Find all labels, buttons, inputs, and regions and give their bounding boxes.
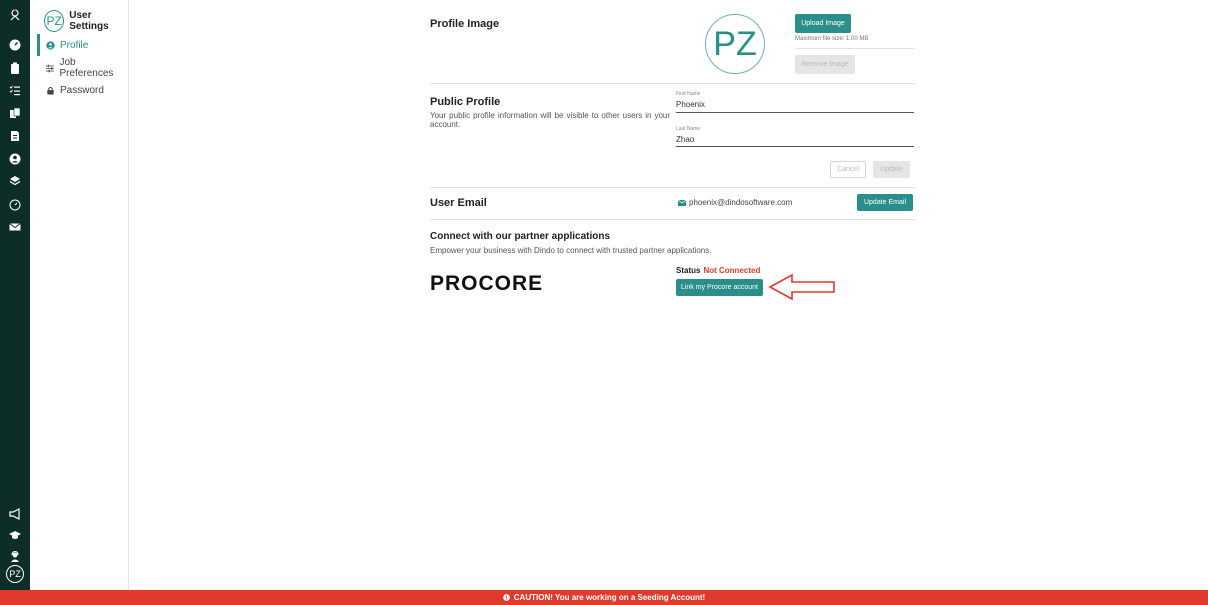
partners-description: Empower your business with Dindo to conn… (430, 246, 712, 255)
user-circle-icon (46, 40, 55, 50)
page-title: User Settings (69, 10, 109, 32)
documents-icon[interactable] (0, 104, 30, 122)
connection-status: Status Not Connected (676, 266, 760, 275)
avatar: PZ (44, 10, 65, 32)
first-name-underline (676, 112, 914, 113)
profile-image-title: Profile Image (430, 18, 500, 30)
sidebar-item-label: Profile (60, 39, 89, 51)
lock-icon (47, 86, 54, 95)
max-file-size-note: Maximum file size: 1.00 MB (795, 36, 869, 42)
email-value: phoenix@dindosoftware.com (689, 198, 793, 207)
settings-sidebar: PZ User Settings Profile Job Preferences… (30, 0, 129, 590)
sidebar-header: PZ User Settings (44, 10, 128, 32)
email-display: phoenix@dindosoftware.com (678, 198, 792, 207)
gauge-icon[interactable] (0, 196, 30, 214)
sliders-icon (46, 64, 55, 72)
mail-icon[interactable] (0, 218, 30, 236)
sidebar-item-label: Job Preferences (59, 57, 114, 79)
sidebar-item-password[interactable]: Password (38, 82, 104, 98)
divider (430, 219, 915, 220)
public-profile-description: Your public profile information will be … (430, 111, 670, 129)
update-email-button[interactable]: Update Email (857, 194, 913, 211)
caution-text: CAUTION! You are working on a Seeding Ac… (513, 593, 706, 602)
procore-logo: PROCORE (430, 272, 544, 295)
sidebar-item-label: Password (60, 84, 104, 96)
status-badge: Not Connected (703, 266, 761, 275)
graduation-cap-icon[interactable] (0, 526, 30, 544)
dashboard-icon[interactable] (0, 36, 30, 54)
cancel-button[interactable]: Cancel (830, 161, 866, 178)
avatar[interactable]: PZ (6, 565, 24, 583)
sidebar-item-profile[interactable]: Profile (36, 34, 89, 56)
user-circle-icon[interactable] (0, 150, 30, 168)
alert-icon (502, 594, 510, 601)
profile-avatar: PZ (705, 14, 765, 74)
remove-image-button[interactable]: Remove Image (795, 55, 855, 74)
first-name-label: First Name (676, 91, 701, 97)
app-rail: PZ (0, 0, 30, 605)
support-agent-icon[interactable] (0, 548, 30, 566)
sidebar-item-job-preferences[interactable]: Job Preferences (38, 57, 128, 79)
divider (795, 48, 915, 49)
clipboard-icon[interactable] (0, 59, 30, 77)
divider (430, 187, 915, 188)
user-email-title: User Email (430, 197, 487, 209)
checklist-icon[interactable] (0, 81, 30, 99)
public-profile-title: Public Profile (430, 96, 501, 108)
first-name-field[interactable]: Phoenix (676, 100, 705, 109)
divider (430, 83, 915, 84)
caution-banner: CAUTION! You are working on a Seeding Ac… (0, 590, 1208, 605)
last-name-label: Last Name (676, 126, 701, 132)
last-name-underline (676, 146, 914, 147)
file-icon[interactable] (0, 127, 30, 145)
layers-icon[interactable] (0, 172, 30, 190)
status-label: Status (676, 266, 701, 275)
mail-icon (678, 199, 686, 206)
partners-title: Connect with our partner applications (430, 231, 611, 242)
link-procore-button[interactable]: Link my Procore account (676, 279, 763, 296)
update-button[interactable]: Update (873, 161, 910, 178)
megaphone-icon[interactable] (0, 505, 30, 523)
upload-image-button[interactable]: Upload Image (795, 14, 851, 33)
logo-icon[interactable] (0, 6, 30, 24)
last-name-field[interactable]: Zhao (676, 135, 694, 144)
annotation-arrow-icon (768, 273, 835, 301)
